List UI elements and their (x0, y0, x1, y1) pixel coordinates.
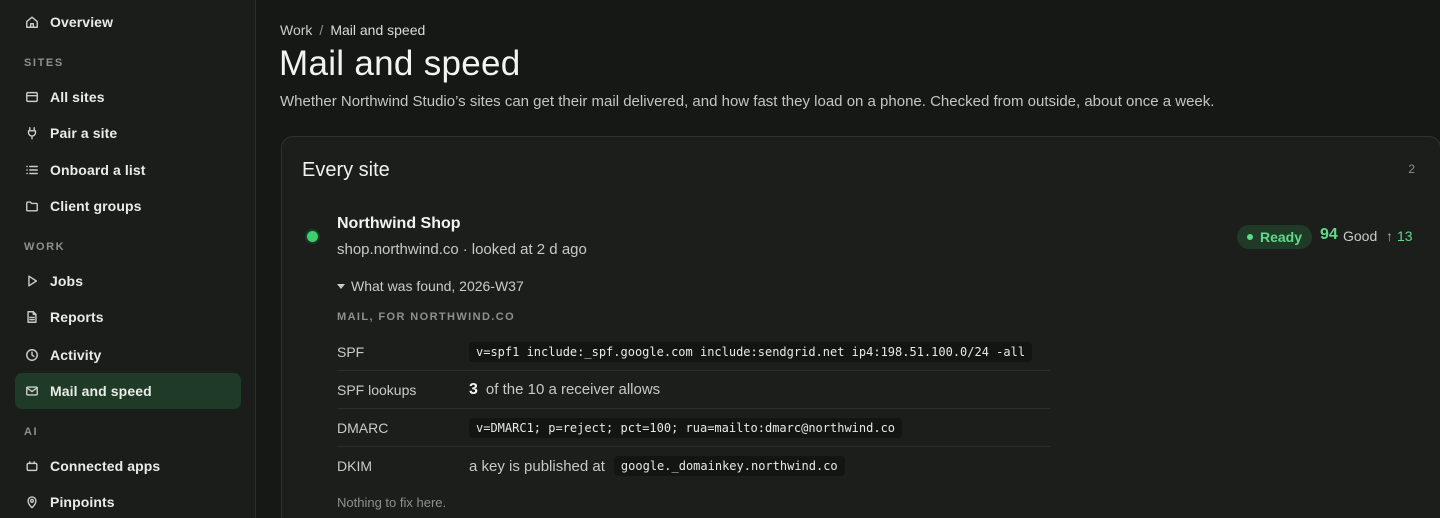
map-pin-icon (25, 495, 39, 509)
sidebar-item-activity[interactable]: Activity (15, 337, 241, 373)
row-label: SPF (337, 343, 365, 360)
sidebar-item-label: Mail and speed (50, 383, 152, 399)
status-dot (307, 231, 318, 242)
sidebar-item-label: Pair a site (50, 125, 118, 141)
score-delta-value: 13 (1397, 228, 1413, 244)
main-content: Work / Mail and speed Mail and speed Whe… (257, 0, 1440, 518)
status-badge-label: Ready (1260, 229, 1303, 245)
site-meta: shop.northwind.co · looked at 2 d ago (337, 241, 587, 258)
sidebar-item-label: Jobs (50, 273, 84, 289)
browser-window-icon (25, 90, 39, 104)
caret-down-icon (337, 283, 345, 289)
folder-icon (25, 199, 39, 213)
site-name: Northwind Shop (337, 215, 461, 232)
dkim-text: a key is published at (469, 457, 605, 475)
speed-score: 94 (1320, 226, 1338, 243)
sidebar-item-onboard-list[interactable]: Onboard a list (15, 152, 241, 188)
mail-row-dmarc: DMARC v=DMARC1; p=reject; pct=100; rua=m… (337, 409, 1050, 447)
sidebar-item-label: Connected apps (50, 458, 161, 474)
breadcrumb-separator: / (319, 22, 324, 38)
sidebar-item-all-sites[interactable]: All sites (15, 79, 241, 115)
every-site-card: Every site 2 Northwind Shop shop.northwi… (281, 136, 1440, 518)
mail-section-header: MAIL, FOR NORTHWIND.CO (337, 311, 516, 323)
sidebar-item-client-groups[interactable]: Client groups (15, 188, 241, 224)
status-badge-dot (1247, 234, 1253, 240)
sidebar-item-mail-speed[interactable]: Mail and speed (15, 373, 241, 409)
row-label: DMARC (337, 419, 389, 436)
spf-record: v=spf1 include:_spf.google.com include:s… (469, 341, 1033, 362)
findings-disclosure-toggle[interactable]: What was found, 2026-W37 (337, 278, 524, 294)
sidebar-item-label: Overview (50, 14, 114, 30)
meta-separator: · (462, 241, 468, 258)
last-checked: looked at 2 d ago (471, 241, 587, 258)
sidebar-section-sites: SITES (24, 57, 64, 69)
site-domain: shop.northwind.co (337, 241, 459, 258)
spf-lookup-count: 3 (469, 380, 478, 398)
dmarc-record: v=DMARC1; p=reject; pct=100; rua=mailto:… (469, 417, 903, 438)
sidebar-item-connected-apps[interactable]: Connected apps (15, 448, 241, 484)
list-icon (25, 163, 39, 177)
sidebar: Overview SITES All sites Pair a site Onb… (0, 0, 256, 518)
mail-icon (25, 384, 39, 398)
sidebar-item-pair-site[interactable]: Pair a site (15, 115, 241, 151)
breadcrumb: Work / Mail and speed (280, 22, 425, 38)
breadcrumb-current: Mail and speed (330, 22, 426, 38)
sidebar-item-pinpoints[interactable]: Pinpoints (15, 484, 241, 518)
status-badge: Ready (1237, 225, 1313, 249)
row-label: SPF lookups (337, 381, 417, 398)
findings-disclosure-label: What was found, 2026-W37 (351, 278, 524, 294)
play-icon (25, 274, 39, 288)
arrow-up-icon: ↑ (1386, 228, 1393, 244)
sidebar-item-label: All sites (50, 89, 105, 105)
nothing-to-fix-note: Nothing to fix here. (337, 495, 447, 510)
sidebar-item-label: Client groups (50, 198, 142, 214)
sidebar-item-jobs[interactable]: Jobs (15, 263, 241, 299)
document-icon (25, 310, 39, 324)
site-count: 2 (1408, 162, 1415, 176)
spf-lookup-text: of the 10 a receiver allows (485, 381, 661, 398)
home-icon (25, 15, 39, 29)
sidebar-section-ai: AI (24, 426, 39, 438)
sidebar-item-label: Onboard a list (50, 162, 146, 178)
breadcrumb-work-link[interactable]: Work (280, 22, 312, 38)
row-label: DKIM (337, 458, 372, 474)
mail-row-dkim: DKIM a key is published at google._domai… (337, 447, 1050, 485)
sidebar-item-reports[interactable]: Reports (15, 299, 241, 335)
sidebar-item-label: Pinpoints (50, 494, 115, 510)
clock-icon (25, 348, 39, 362)
plug-icon (25, 126, 39, 140)
score-delta: ↑ 13 (1386, 228, 1413, 244)
card-title: Every site (302, 159, 390, 181)
sidebar-item-overview[interactable]: Overview (15, 4, 241, 40)
page-description: Whether Northwind Studio’s sites can get… (280, 93, 1215, 110)
sidebar-item-label: Activity (50, 347, 102, 363)
dkim-selector: google._domainkey.northwind.co (613, 456, 845, 476)
mail-row-spf-lookups: SPF lookups 3 of the 10 a receiver allow… (337, 371, 1050, 409)
sidebar-section-work: WORK (24, 241, 66, 253)
sidebar-item-label: Reports (50, 309, 104, 325)
speed-score-label: Good (1343, 228, 1378, 244)
mail-row-spf: SPF v=spf1 include:_spf.google.com inclu… (337, 333, 1050, 371)
page-title: Mail and speed (279, 44, 521, 83)
app-box-icon (25, 459, 39, 473)
